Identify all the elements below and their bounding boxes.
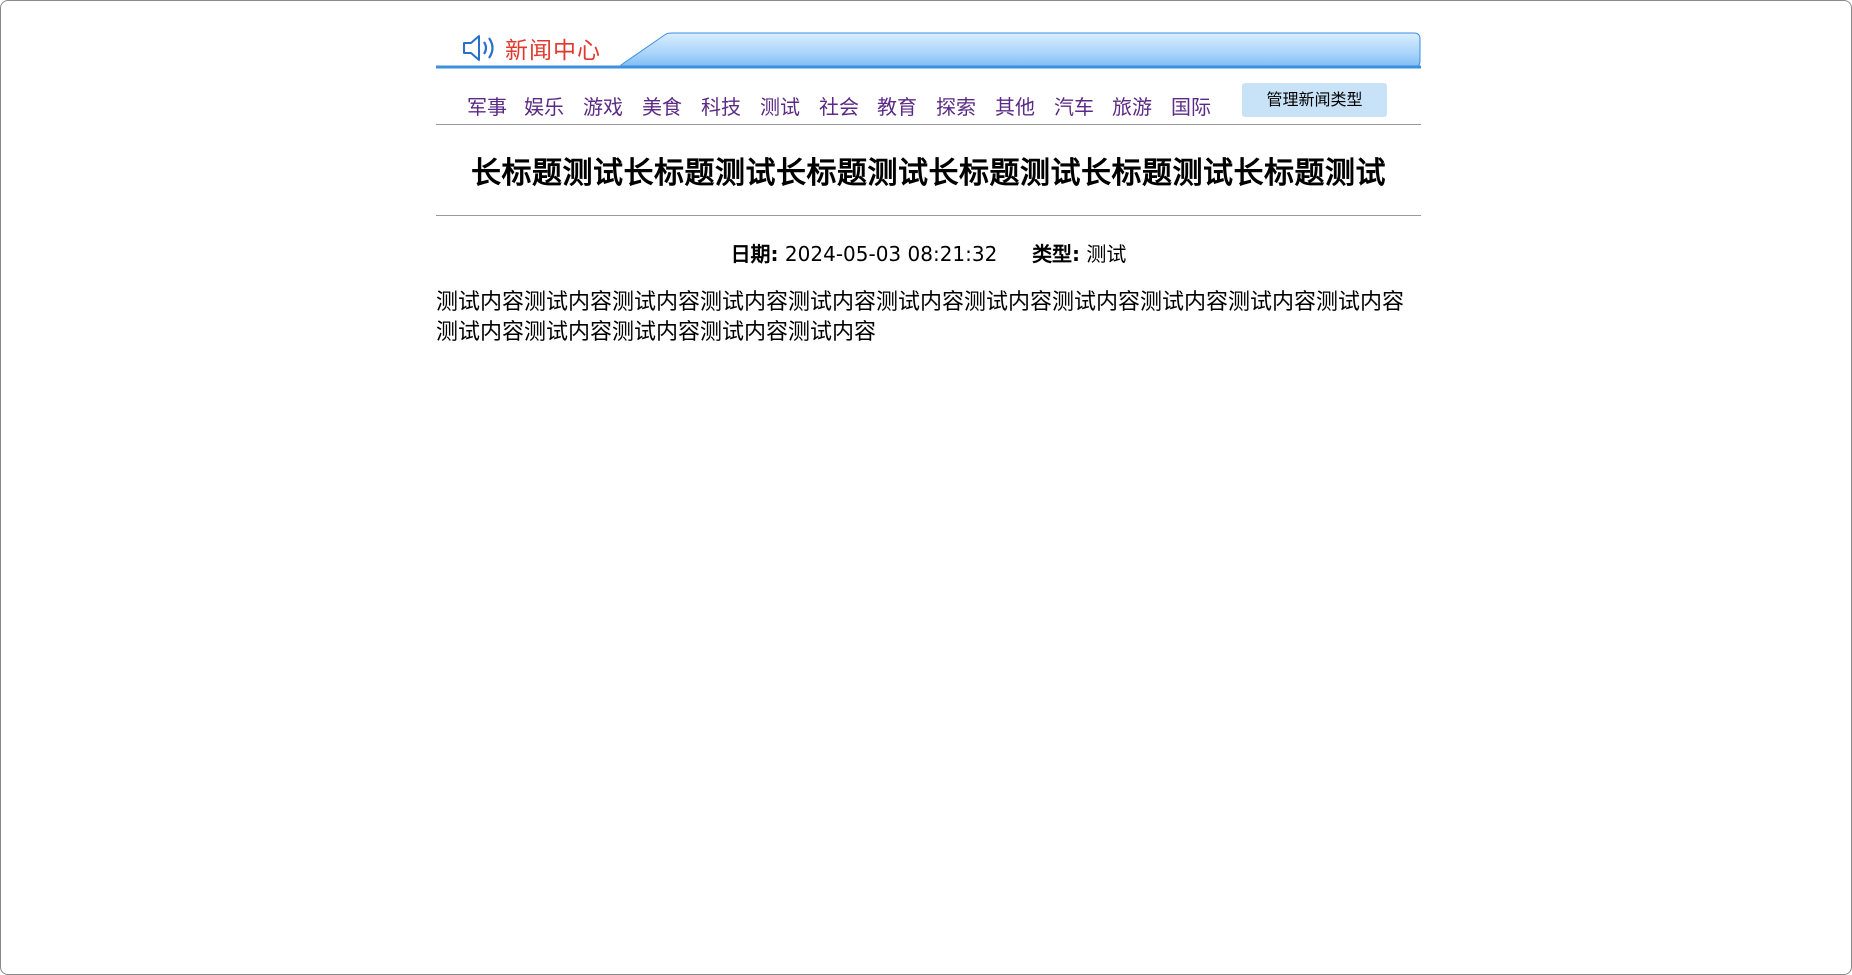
article-meta: 日期: 2024-05-03 08:21:32 类型: 测试 (436, 238, 1421, 266)
nav-item-auto[interactable]: 汽车 (1054, 91, 1094, 120)
nav-item-entertainment[interactable]: 娱乐 (524, 91, 564, 120)
speaker-icon (463, 35, 494, 61)
nav-item-tech[interactable]: 科技 (701, 91, 741, 120)
type-label: 类型: (1032, 242, 1081, 266)
nav-item-military[interactable]: 军事 (467, 91, 507, 120)
header-banner: 新闻中心 (436, 31, 1421, 71)
type-value: 测试 (1086, 242, 1127, 266)
browser-viewport: 新闻中心 军事 娱乐 游戏 美食 科技 测试 社会 教育 探索 其他 汽车 旅游… (0, 0, 1852, 975)
date-value: 2024-05-03 08:21:32 (784, 242, 998, 266)
date-label: 日期: (730, 242, 779, 266)
nav-item-food[interactable]: 美食 (642, 91, 682, 120)
nav-item-society[interactable]: 社会 (819, 91, 859, 120)
nav-item-international[interactable]: 国际 (1171, 91, 1211, 120)
article-content: 测试内容测试内容测试内容测试内容测试内容测试内容测试内容测试内容测试内容测试内容… (436, 290, 1405, 345)
nav-item-explore[interactable]: 探索 (936, 91, 976, 120)
manage-news-types-button[interactable]: 管理新闻类型 (1242, 83, 1387, 117)
nav-item-travel[interactable]: 旅游 (1112, 91, 1152, 120)
nav-item-games[interactable]: 游戏 (583, 91, 623, 120)
category-nav: 军事 娱乐 游戏 美食 科技 测试 社会 教育 探索 其他 汽车 旅游 国际 管… (436, 71, 1421, 125)
page-container: 新闻中心 军事 娱乐 游戏 美食 科技 测试 社会 教育 探索 其他 汽车 旅游… (436, 31, 1421, 348)
nav-item-other[interactable]: 其他 (995, 91, 1035, 120)
site-logo[interactable]: 新闻中心 (461, 31, 601, 65)
nav-item-education[interactable]: 教育 (877, 91, 917, 120)
logo-text: 新闻中心 (505, 38, 601, 64)
article-title: 长标题测试长标题测试长标题测试长标题测试长标题测试长标题测试 (436, 125, 1421, 216)
nav-item-test[interactable]: 测试 (760, 91, 800, 120)
